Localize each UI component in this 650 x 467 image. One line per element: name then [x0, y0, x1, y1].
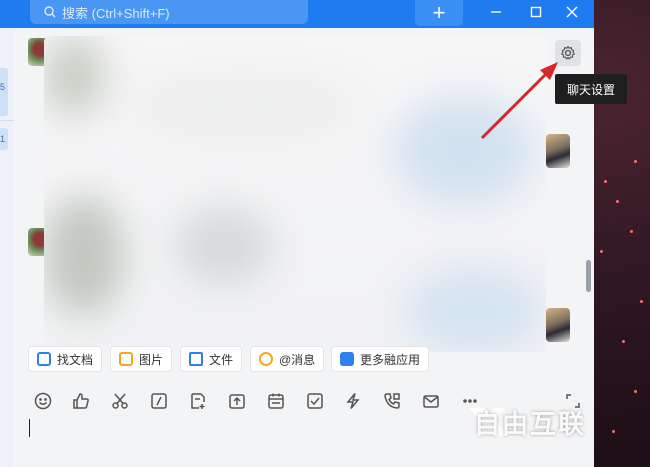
- doc-add-icon[interactable]: [188, 391, 208, 411]
- checkbox-icon[interactable]: [305, 391, 325, 411]
- side-tag[interactable]: 1: [0, 128, 8, 150]
- side-tag[interactable]: 5: [0, 68, 8, 116]
- quick-action-label: 找文档: [57, 352, 94, 367]
- quick-action-label: @消息: [279, 352, 316, 367]
- desktop-background: [594, 0, 650, 467]
- blurred-message: [174, 206, 274, 286]
- apps-icon: [340, 352, 354, 366]
- search-placeholder: 搜索 (Ctrl+Shift+F): [62, 5, 170, 21]
- upload-icon[interactable]: [227, 391, 247, 411]
- quick-action-find-doc[interactable]: 找文档: [28, 346, 103, 372]
- avatar[interactable]: [546, 308, 570, 342]
- flash-icon[interactable]: [343, 391, 363, 411]
- maximize-button[interactable]: [522, 0, 550, 24]
- quick-action-more-apps[interactable]: 更多融应用: [331, 346, 430, 372]
- blurred-message: [44, 36, 104, 116]
- minimize-icon: [491, 11, 501, 13]
- quick-action-image[interactable]: 图片: [110, 346, 173, 372]
- blurred-message: [134, 76, 354, 136]
- scissors-icon[interactable]: [110, 391, 130, 411]
- minimize-button[interactable]: [482, 0, 510, 24]
- slash-icon[interactable]: [149, 391, 169, 411]
- message-input-caret[interactable]: [29, 419, 30, 437]
- quick-action-file[interactable]: 文件: [180, 346, 243, 372]
- search-input[interactable]: 搜索 (Ctrl+Shift+F): [30, 0, 308, 24]
- quick-action-at[interactable]: @消息: [250, 346, 325, 372]
- close-icon: [566, 6, 578, 18]
- quick-action-label: 更多融应用: [360, 352, 421, 367]
- add-button[interactable]: +: [415, 0, 463, 26]
- title-bar: 搜索 (Ctrl+Shift+F) +: [0, 0, 594, 28]
- mail-icon[interactable]: [421, 391, 441, 411]
- annotation-arrow: [480, 62, 558, 140]
- blurred-message: [404, 266, 544, 352]
- find-doc-icon: [37, 352, 51, 366]
- gear-icon: [560, 45, 576, 60]
- quick-action-label: 文件: [209, 352, 234, 367]
- blurred-message: [44, 196, 124, 316]
- watermark-text: 自由互联: [474, 409, 587, 439]
- search-icon: [44, 6, 56, 18]
- calendar-icon[interactable]: [266, 391, 286, 411]
- close-button[interactable]: [558, 0, 586, 24]
- scrollbar[interactable]: [586, 260, 591, 292]
- phone-icon[interactable]: [382, 391, 402, 411]
- at-icon: [259, 352, 273, 366]
- folder-icon: [189, 352, 203, 366]
- divider: [0, 120, 14, 121]
- emoji-icon[interactable]: [33, 391, 53, 411]
- quick-action-label: 图片: [139, 352, 164, 367]
- maximize-icon: [530, 6, 542, 18]
- conversation-list-edge: 5 1: [0, 28, 14, 467]
- image-icon: [119, 352, 133, 366]
- thumbs-up-icon[interactable]: [71, 391, 91, 411]
